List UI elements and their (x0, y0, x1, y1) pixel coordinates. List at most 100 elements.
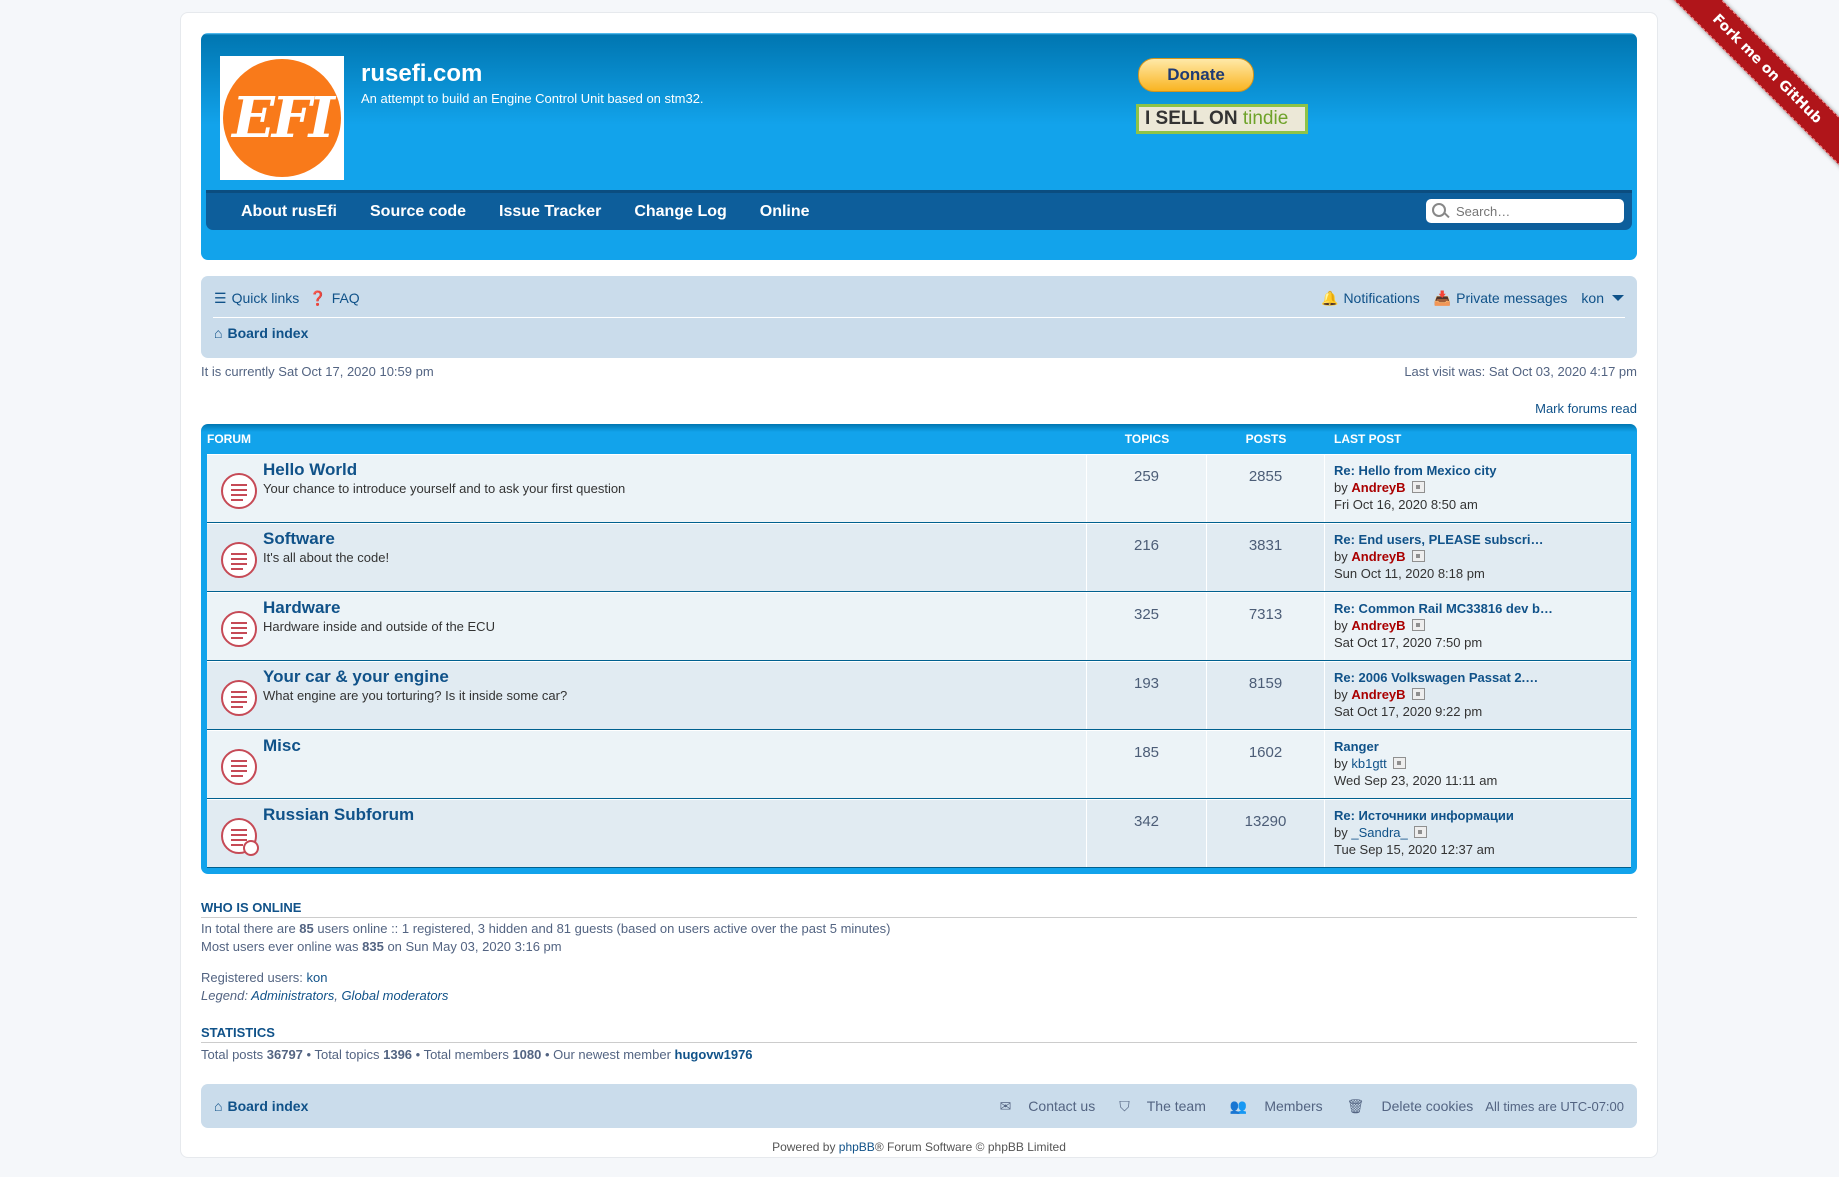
quick-links-row: ☰ Quick links ❓ FAQ 🔔 Notifications 📥 Privat… (214, 286, 1624, 310)
donate-button[interactable]: Donate (1138, 58, 1254, 92)
view-latest-post-icon[interactable] (1411, 619, 1425, 631)
who-is-online-heading[interactable]: Who is online (201, 900, 1637, 918)
last-post-author-line: by AndreyB (1334, 479, 1497, 496)
online-record: Most users ever online was 835 on Sun Ma… (201, 940, 1637, 954)
registered-user-link[interactable]: kon (307, 970, 328, 985)
fork-on-github-ribbon[interactable]: Fork me on GitHub (1664, 0, 1839, 173)
forum-row: Hello World Your chance to introduce your… (207, 454, 1631, 523)
header-forum: Forum (207, 432, 251, 446)
forum-title-link[interactable]: Hardware (263, 598, 340, 618)
last-post-date: Sat Oct 17, 2020 9:22 pm (1334, 704, 1483, 719)
header-last-post: Last post (1334, 432, 1402, 446)
last-post-author-link[interactable]: AndreyB (1351, 480, 1405, 495)
total-posts: 36797 (266, 1047, 303, 1062)
private-messages-link[interactable]: 📥 Private messages (1434, 290, 1568, 307)
forum-posts-count: 2855 (1207, 455, 1325, 522)
page-body: EFI rusefi.com An attempt to build an En… (201, 33, 1637, 1154)
view-latest-post-icon[interactable] (1411, 550, 1425, 562)
nav-online[interactable]: Online (760, 203, 810, 221)
total-members: 1080 (512, 1047, 542, 1062)
forum-description: What engine are you torturing? Is it ins… (263, 688, 568, 703)
last-post-author-link[interactable]: AndreyB (1351, 687, 1405, 702)
last-post-title-link[interactable]: Re: Источники информации (1334, 808, 1514, 823)
phpbb-link[interactable]: phpBB (839, 1140, 875, 1154)
board-index-label: Board index (227, 325, 309, 341)
forum-row: Hardware Hardware inside and outside of t… (207, 592, 1631, 661)
view-latest-post-icon[interactable] (1413, 826, 1427, 838)
last-post-author-link[interactable]: AndreyB (1351, 618, 1405, 633)
delete-cookies-link[interactable]: 🗑 Delete cookies (1335, 1098, 1474, 1115)
forum-description: Your chance to introduce yourself and to… (263, 481, 626, 496)
contact-us-link[interactable]: ✉ Contact us (988, 1098, 1096, 1115)
online-record-count: 835 (362, 939, 384, 954)
last-post-cell: Re: Источники информации by _Sandra_ Tue S… (1325, 800, 1514, 867)
main-navbar: About rusEfi Source code Issue Tracker C… (206, 190, 1632, 230)
last-post-date: Sat Oct 17, 2020 7:50 pm (1334, 635, 1483, 650)
tindie-badge[interactable]: I SELL ON tindie (1136, 104, 1308, 134)
newest-member-link[interactable]: hugovw1976 (675, 1047, 753, 1062)
nav-issue-tracker[interactable]: Issue Tracker (499, 203, 601, 221)
tindie-prefix: I SELL ON (1145, 108, 1243, 129)
user-menu[interactable]: kon (1581, 290, 1624, 306)
header-posts: Posts (1245, 432, 1287, 446)
statistics-line: Total posts 36797 • Total topics 1396 • … (201, 1048, 1637, 1062)
last-post-title-link[interactable]: Re: Common Rail MC33816 dev b… (1334, 601, 1553, 616)
last-post-title-link[interactable]: Ranger (1334, 739, 1379, 754)
forum-title-link[interactable]: Misc (263, 736, 301, 756)
view-latest-post-icon[interactable] (1411, 481, 1425, 493)
forum-description: It's all about the code! (263, 550, 390, 565)
forum-cell: Russian Subforum (207, 800, 1087, 867)
home-icon: ⌂ (214, 1098, 223, 1114)
private-messages-label: Private messages (1456, 290, 1568, 306)
powered-post: ® Forum Software © phpBB Limited (874, 1140, 1066, 1154)
forum-title-link[interactable]: Your car & your engine (263, 667, 449, 687)
powered-pre: Powered by (772, 1140, 839, 1154)
site-logo[interactable]: EFI (220, 56, 344, 180)
search-icon[interactable] (1426, 199, 1454, 223)
last-post-title-link[interactable]: Re: 2006 Volkswagen Passat 2.… (1334, 670, 1538, 685)
divider (213, 317, 1625, 318)
shield-icon: ⛉ (1119, 1097, 1130, 1114)
forum-read-icon (221, 818, 259, 856)
legend-administrators[interactable]: Administrators (251, 988, 334, 1003)
online-record-pre: Most users ever online was (201, 939, 363, 954)
forum-title-link[interactable]: Hello World (263, 460, 357, 480)
members-link[interactable]: 👥 Members (1218, 1098, 1323, 1115)
online-record-post: on Sun May 03, 2020 3:16 pm (383, 939, 562, 954)
navbar-breadcrumbs: ☰ Quick links ❓ FAQ 🔔 Notifications 📥 Privat… (201, 276, 1637, 358)
last-post-title-link[interactable]: Re: Hello from Mexico city (1334, 463, 1497, 478)
quick-links-button[interactable]: ☰ Quick links (214, 290, 299, 307)
last-post-author-link[interactable]: _Sandra_ (1351, 825, 1407, 840)
timezone-info: All times are UTC-07:00 (1485, 1098, 1624, 1114)
question-icon: ❓ (309, 289, 327, 306)
last-post-cell: Re: Hello from Mexico city by AndreyB Fri … (1325, 455, 1497, 522)
faq-link[interactable]: ❓ FAQ (309, 290, 359, 307)
last-post-author-link[interactable]: AndreyB (1351, 549, 1405, 564)
forum-rows: Hello World Your chance to introduce your… (207, 454, 1631, 868)
legend-global-moderators[interactable]: Global moderators (341, 988, 448, 1003)
forum-topics-count: 185 (1087, 731, 1207, 798)
view-latest-post-icon[interactable] (1392, 757, 1406, 769)
last-post-author-link[interactable]: kb1gtt (1351, 756, 1386, 771)
last-post-author-line: by _Sandra_ (1334, 824, 1514, 841)
forum-posts-count: 1602 (1207, 731, 1325, 798)
nav-source-code[interactable]: Source code (370, 203, 466, 221)
footer-board-index-link[interactable]: ⌂ Board index (214, 1098, 308, 1114)
view-latest-post-icon[interactable] (1411, 688, 1425, 700)
mark-forums-read-link[interactable]: Mark forums read (1535, 401, 1637, 416)
forum-title-link[interactable]: Russian Subforum (263, 805, 414, 825)
forum-read-icon (221, 473, 257, 509)
site-header: EFI rusefi.com An attempt to build an En… (201, 33, 1637, 260)
nav-change-log[interactable]: Change Log (634, 203, 726, 221)
notifications-link[interactable]: 🔔 Notifications (1321, 290, 1420, 307)
board-index-link[interactable]: ⌂ Board index (214, 325, 308, 341)
by-label: by (1334, 480, 1348, 495)
forum-read-icon (221, 542, 257, 578)
topics-label: • Total topics (302, 1047, 384, 1062)
last-post-title-link[interactable]: Re: End users, PLEASE subscri… (1334, 532, 1544, 547)
search-box (1426, 199, 1624, 223)
search-input[interactable] (1454, 202, 1618, 220)
forum-title-link[interactable]: Software (263, 529, 335, 549)
nav-about[interactable]: About rusEfi (241, 203, 337, 221)
team-link[interactable]: ⛉ The team (1107, 1098, 1206, 1115)
